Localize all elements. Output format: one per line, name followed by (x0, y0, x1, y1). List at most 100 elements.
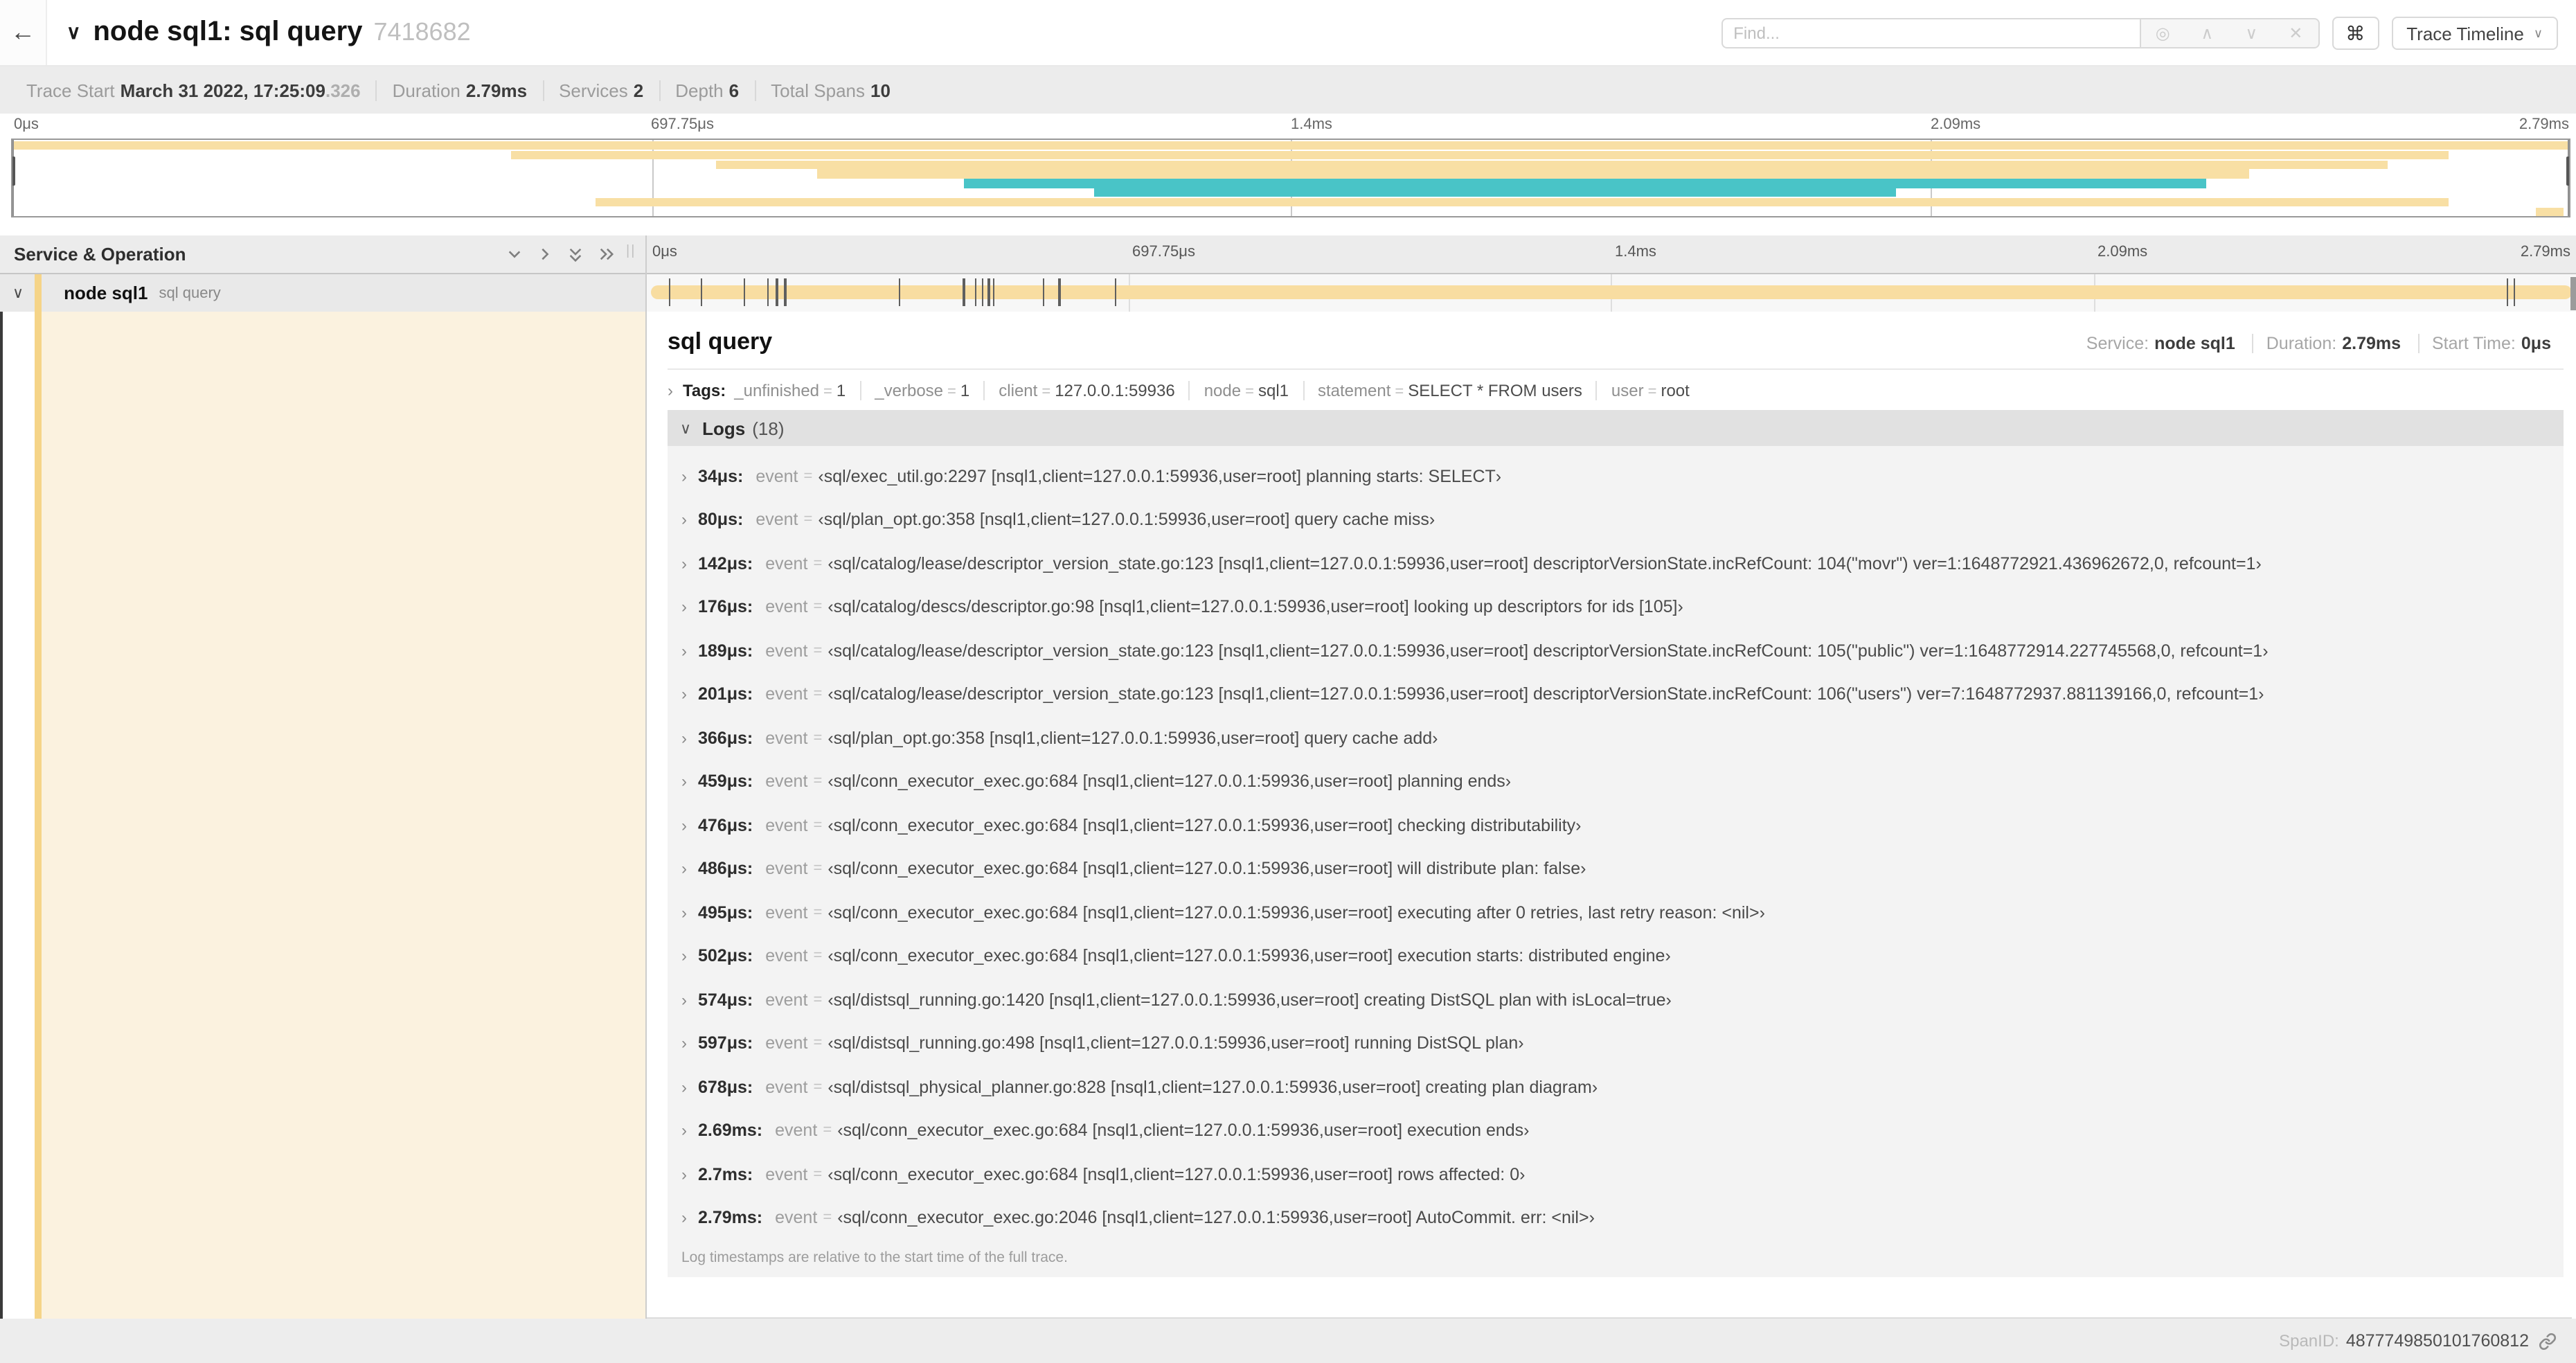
chevron-up-icon[interactable]: ∧ (2197, 24, 2217, 43)
log-row[interactable]: › 486μs: event = ‹sql/conn_executor_exec… (668, 847, 2564, 891)
back-button[interactable]: ← (0, 0, 47, 65)
overview-value: 2.79ms (2342, 334, 2401, 353)
column-resizer-handle[interactable]: || (626, 244, 636, 259)
log-row[interactable]: › 678μs: event = ‹sql/distsql_physical_p… (668, 1065, 2564, 1109)
chevron-right-icon: › (681, 1033, 687, 1053)
tag-key: statement (1318, 381, 1391, 400)
chevron-right-icon: › (681, 815, 687, 835)
vertical-scrollbar-thumb[interactable] (2570, 277, 2576, 310)
trace-timeline-page: ← ∨ node sql1: sql query 7418682 ◎ ∧ ∨ ✕… (0, 0, 2576, 1363)
log-value: ‹sql/plan_opt.go:358 [nsql1,client=127.0… (828, 728, 1438, 748)
log-row[interactable]: › 574μs: event = ‹sql/distsql_running.go… (668, 978, 2564, 1022)
log-row[interactable]: › 476μs: event = ‹sql/conn_executor_exec… (668, 803, 2564, 847)
log-timestamp: 142μs: (698, 553, 753, 573)
locate-icon[interactable]: ◎ (2153, 24, 2172, 43)
keyboard-shortcuts-button[interactable]: ⌘ (2332, 17, 2379, 50)
log-value: ‹sql/distsql_running.go:1420 [nsql1,clie… (828, 990, 1672, 1010)
minimap-span-bar (963, 179, 2206, 188)
log-timestamp: 366μs: (698, 728, 753, 748)
log-key: event (765, 1033, 808, 1053)
chevron-right-icon: › (681, 1077, 687, 1097)
chevron-down-icon[interactable]: ∨ (12, 284, 24, 302)
log-row[interactable]: › 495μs: event = ‹sql/conn_executor_exec… (668, 891, 2564, 934)
span-detail-header[interactable]: sql query Service: node sql1 Duration: 2.7… (668, 328, 2564, 356)
log-key: event (765, 684, 808, 704)
span-id-value: 4877749850101760812 (2345, 1331, 2529, 1351)
collapse-one-icon[interactable] (507, 247, 522, 262)
tick-label: 1.4ms (1291, 116, 1332, 133)
logs-count: (18) (752, 418, 785, 438)
minimap-right-scrubber[interactable] (2566, 140, 2569, 216)
deep-link-icon[interactable] (2539, 1332, 2557, 1350)
find-group: ◎ ∧ ∨ ✕ (1721, 18, 2320, 48)
find-input[interactable] (1721, 18, 2140, 48)
trace-summary-bar: Trace Start March 31 2022, 17:25:09.326 D… (0, 66, 2576, 114)
log-row[interactable]: › 502μs: event = ‹sql/conn_executor_exec… (668, 934, 2564, 978)
clear-search-icon[interactable]: ✕ (2286, 24, 2305, 43)
log-row[interactable]: › 2.79ms: event = ‹sql/conn_executor_exe… (668, 1196, 2564, 1240)
log-row[interactable]: › 34μs: event = ‹sql/exec_util.go:2297 [… (668, 454, 2564, 498)
tag-value: root (1661, 381, 1690, 400)
span-color-accent (35, 312, 42, 1319)
tick-label: 697.75μs (1132, 244, 1195, 260)
log-row[interactable]: › 189μs: event = ‹sql/catalog/lease/desc… (668, 629, 2564, 672)
trace-info-suffix: .326 (325, 80, 361, 100)
trace-info-value: March 31 2022, 17:25:09 (120, 80, 325, 100)
scrubber-grip[interactable] (12, 157, 15, 186)
log-value: ‹sql/conn_executor_exec.go:684 [nsql1,cl… (828, 815, 1582, 835)
expand-one-icon[interactable] (537, 247, 553, 262)
chevron-right-icon: › (681, 1208, 687, 1228)
trace-info-item: Duration 2.79ms (375, 80, 542, 100)
log-timestamp: 486μs: (698, 859, 753, 879)
overview-item: Duration: 2.79ms (2252, 334, 2414, 353)
log-row[interactable]: › 2.69ms: event = ‹sql/conn_executor_exe… (668, 1109, 2564, 1152)
tag-equals: = (1041, 384, 1051, 400)
log-row[interactable]: › 142μs: event = ‹sql/catalog/lease/desc… (668, 542, 2564, 585)
trace-info-value: 2.79ms (465, 80, 528, 100)
tag-equals: = (947, 384, 956, 400)
minimap-left-scrubber[interactable] (12, 140, 15, 216)
log-value: ‹sql/catalog/lease/descriptor_version_st… (828, 553, 2262, 573)
collapse-all-icon[interactable] (568, 246, 583, 262)
tick-label: 2.79ms (2520, 244, 2570, 260)
chevron-down-icon: ∨ (680, 420, 692, 437)
tag-item: _verbose = 1 (859, 381, 983, 400)
back-arrow-icon: ← (10, 18, 35, 46)
minimap-canvas[interactable] (11, 139, 2570, 217)
span-row-name-cell[interactable]: ∨ node sql1 sql query (0, 274, 645, 312)
overview-value: 0μs (2521, 334, 2551, 353)
tag-equals: = (1647, 384, 1657, 400)
chevron-down-icon[interactable]: ∨ (2242, 24, 2261, 43)
logs-header[interactable]: ∨ Logs (18) (668, 410, 2564, 446)
span-duration-bar[interactable] (651, 285, 2573, 299)
log-marker (669, 278, 671, 306)
log-timestamp: 2.69ms: (698, 1121, 763, 1141)
log-key: event (775, 1121, 818, 1141)
command-icon: ⌘ (2345, 21, 2365, 44)
log-row[interactable]: › 366μs: event = ‹sql/plan_opt.go:358 [n… (668, 716, 2564, 760)
log-marker (1042, 278, 1045, 306)
tag-equals: = (823, 384, 832, 400)
log-row[interactable]: › 597μs: event = ‹sql/distsql_running.go… (668, 1022, 2564, 1065)
span-detail-region: sql query Service: node sql1 Duration: 2.7… (0, 312, 2576, 1319)
log-row[interactable]: › 2.7ms: event = ‹sql/conn_executor_exec… (668, 1152, 2564, 1196)
log-key: event (755, 466, 798, 486)
span-row: ∨ node sql1 sql query (0, 274, 2576, 312)
log-timestamp: 2.79ms: (698, 1208, 763, 1228)
log-timestamp: 495μs: (698, 902, 753, 923)
minimap-span-bar (510, 150, 2449, 160)
detail-footer: SpanID: 4877749850101760812 (0, 1319, 2576, 1363)
scrubber-grip[interactable] (2566, 157, 2569, 186)
log-row[interactable]: › 176μs: event = ‹sql/catalog/descs/desc… (668, 585, 2564, 629)
log-row[interactable]: › 80μs: event = ‹sql/plan_opt.go:358 [ns… (668, 498, 2564, 542)
log-row[interactable]: › 459μs: event = ‹sql/conn_executor_exec… (668, 760, 2564, 803)
tags-label: Tags: (683, 381, 726, 400)
view-selector-button[interactable]: Trace Timeline ∨ (2391, 17, 2558, 50)
collapse-trace-icon[interactable]: ∨ (66, 21, 81, 44)
expand-all-icon[interactable] (598, 247, 615, 262)
log-value: ‹sql/conn_executor_exec.go:684 [nsql1,cl… (837, 1121, 1530, 1141)
log-row[interactable]: › 201μs: event = ‹sql/catalog/lease/desc… (668, 672, 2564, 716)
tag-value: 127.0.0.1:59936 (1055, 381, 1175, 400)
expand-collapse-controls (507, 246, 615, 262)
tags-row[interactable]: › Tags: _unfinished = 1 _verbose = 1 client =… (668, 370, 2564, 410)
